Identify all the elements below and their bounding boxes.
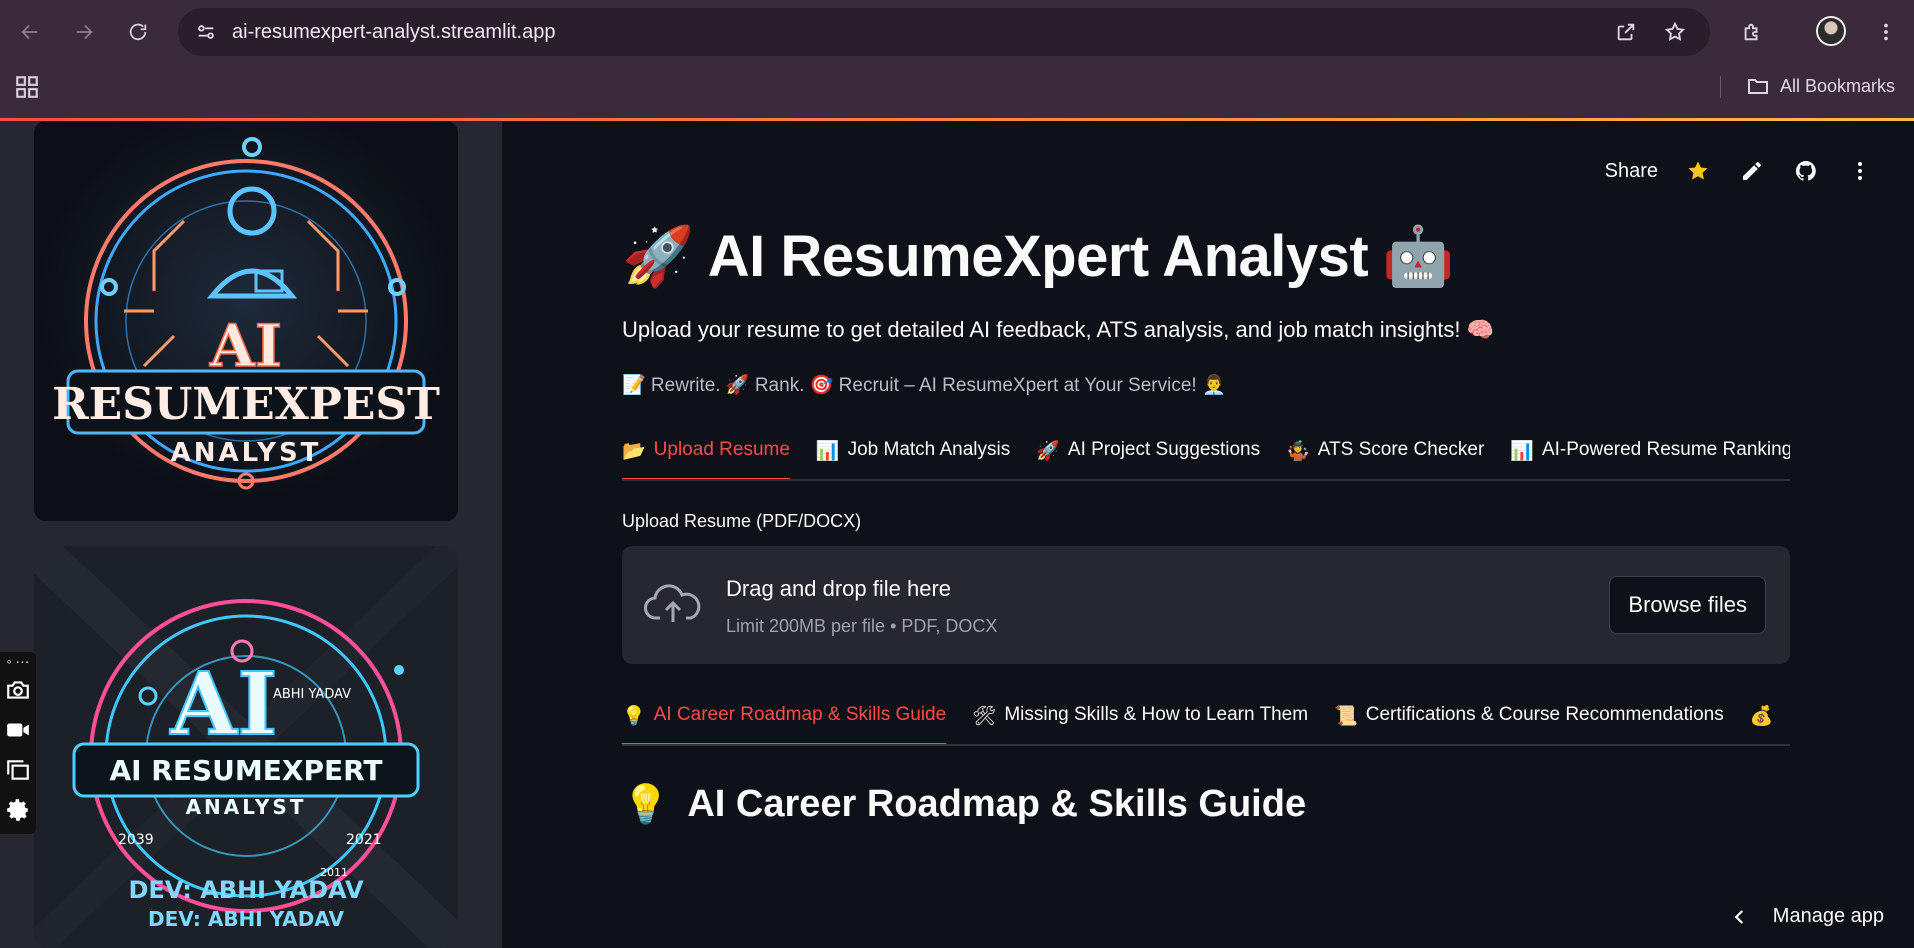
main-content: Share 🚀 AI ResumeXpert Analyst 🤖 Upload …: [502, 121, 1914, 948]
manage-app-button[interactable]: Manage app: [1731, 905, 1884, 928]
logo2-year-right: 2021: [346, 832, 382, 848]
robot-icon: 🤖: [1382, 221, 1454, 290]
github-icon[interactable]: [1792, 157, 1820, 185]
browser-chrome: ai-resumexpert-analyst.streamlit.app All…: [0, 0, 1914, 120]
app-toolbar: Share: [1605, 157, 1874, 185]
tab-missing-skills[interactable]: 🛠 Missing Skills & How to Learn Them: [972, 690, 1308, 744]
capture-toolbar-handle[interactable]: ◦ ···: [0, 654, 36, 670]
page-body: 🚀 AI ResumeXpert Analyst 🤖 Upload your r…: [622, 211, 1790, 827]
tab-certifications[interactable]: 📜 Certifications & Course Recommendation…: [1334, 690, 1724, 744]
file-dropzone[interactable]: Drag and drop file here Limit 200MB per …: [622, 546, 1790, 664]
tab-upload-resume[interactable]: 📂 Upload Resume: [622, 425, 790, 479]
tab-ai-project-suggestions[interactable]: 🚀 AI Project Suggestions: [1036, 425, 1260, 479]
page-tagline: 📝 Rewrite. 🚀 Rank. 🎯 Recruit – AI Resume…: [622, 375, 1226, 396]
forward-icon[interactable]: [66, 14, 102, 50]
tab-label: AI Project Suggestions: [1067, 439, 1261, 460]
gear-icon[interactable]: [0, 790, 36, 830]
logo-image-2: AI ABHI YADAV AI RESUMEXPERT ANALYST 203…: [34, 546, 458, 948]
logo-image-1: AI RESUMEXPEST ANALYST: [34, 121, 458, 521]
browser-menu-icon[interactable]: [1868, 14, 1904, 50]
logo2-text-small: ABHI YADAV: [273, 687, 351, 702]
video-icon[interactable]: [0, 710, 36, 750]
site-settings-icon[interactable]: [186, 12, 226, 52]
tab-label: Job Match Analysis: [847, 439, 1011, 460]
logo2-dev-line-1: DEV: ABHI YADAV: [128, 876, 364, 904]
camera-icon[interactable]: [0, 670, 36, 710]
upload-label: Upload Resume (PDF/DOCX): [622, 511, 862, 531]
folder-icon: 📂: [622, 440, 646, 462]
page-subtitle: Upload your resume to get detailed AI fe…: [622, 317, 1495, 342]
address-bar[interactable]: ai-resumexpert-analyst.streamlit.app: [178, 8, 1710, 56]
chart-icon: 📊: [815, 440, 840, 462]
career-tabs: 💡 AI Career Roadmap & Skills Guide 🛠 Mis…: [622, 690, 1790, 746]
bookmarks-bar: All Bookmarks: [0, 64, 1914, 108]
tab-label: AI-Powered Resume Ranking: [1541, 439, 1790, 460]
juggler-icon: 🤹: [1286, 440, 1310, 462]
logo-text-analyst: ANALYST: [171, 438, 322, 468]
logo2-dev-line-2: DEV: ABHI YADAV: [148, 907, 344, 931]
chart-icon: 📊: [1510, 440, 1534, 462]
windows-icon[interactable]: [0, 750, 36, 790]
rocket-icon: 🚀: [1036, 440, 1060, 462]
tab-label: Upload Resume: [653, 439, 790, 460]
manage-app-label: Manage app: [1772, 905, 1884, 927]
dropzone-limit: Limit 200MB per file • PDF, DOCX: [726, 616, 998, 636]
sidebar: AI RESUMEXPEST ANALYST AI ABHI YADAV AI …: [0, 121, 502, 948]
tab-job-match-analysis[interactable]: 📊 Job Match Analysis: [816, 425, 1010, 479]
rocket-icon: 🚀: [622, 221, 694, 290]
section-heading-text: AI Career Roadmap & Skills Guide: [687, 783, 1307, 825]
back-icon[interactable]: [12, 14, 48, 50]
edit-pencil-icon[interactable]: [1738, 157, 1766, 185]
bookmark-star-icon[interactable]: [1657, 14, 1693, 50]
app-menu-icon[interactable]: [1846, 157, 1874, 185]
logo2-text-ai: AI: [170, 654, 278, 755]
bookmarks-separator: [1720, 76, 1721, 98]
tools-icon: 🛠: [972, 705, 997, 727]
page-title-text: AI ResumeXpert Analyst: [707, 223, 1369, 289]
logo2-text-title: AI RESUMEXPERT: [109, 754, 382, 787]
tab-money[interactable]: 💰: [1750, 690, 1774, 744]
lightbulb-icon: 💡: [622, 705, 646, 727]
tab-career-roadmap[interactable]: 💡 AI Career Roadmap & Skills Guide: [622, 690, 947, 744]
lightbulb-icon: 💡: [622, 782, 670, 826]
tab-label: ATS Score Checker: [1317, 439, 1485, 460]
tab-label: Certifications & Course Recommendations: [1365, 704, 1724, 725]
apps-grid-icon[interactable]: [14, 74, 40, 100]
tab-label: Missing Skills & How to Learn Them: [1004, 704, 1309, 725]
favorite-star-icon[interactable]: [1684, 157, 1712, 185]
extensions-icon[interactable]: [1734, 14, 1770, 50]
folder-icon: [1748, 79, 1768, 94]
tab-label: AI Career Roadmap & Skills Guide: [653, 704, 947, 725]
capture-toolbar: ◦ ···: [0, 652, 36, 834]
logo-text-resumexpest: RESUMEXPEST: [52, 379, 440, 430]
all-bookmarks-button[interactable]: All Bookmarks: [1746, 72, 1895, 100]
money-bag-icon: 💰: [1749, 705, 1774, 727]
profile-avatar[interactable]: [1816, 16, 1846, 46]
browse-files-button[interactable]: Browse files: [1609, 576, 1766, 634]
logo2-year-left: 2039: [118, 832, 154, 848]
url-text[interactable]: ai-resumexpert-analyst.streamlit.app: [232, 21, 555, 44]
tab-ai-powered-resume-ranking[interactable]: 📊 AI-Powered Resume Ranking: [1510, 425, 1790, 479]
tab-ats-score-checker[interactable]: 🤹 ATS Score Checker: [1286, 425, 1484, 479]
reload-icon[interactable]: [120, 14, 156, 50]
open-in-app-icon[interactable]: [1608, 14, 1644, 50]
logo2-text-analyst: ANALYST: [186, 795, 307, 819]
scroll-icon: 📜: [1334, 705, 1358, 727]
dropzone-title: Drag and drop file here: [726, 576, 952, 601]
all-bookmarks-label: All Bookmarks: [1780, 75, 1896, 96]
cloud-upload-icon: [644, 584, 701, 622]
section-heading: 💡 AI Career Roadmap & Skills Guide: [622, 782, 1790, 827]
page-title: 🚀 AI ResumeXpert Analyst 🤖: [622, 211, 1790, 301]
chevron-left-icon: [1734, 909, 1743, 924]
main-tabs: 📂 Upload Resume 📊 Job Match Analysis 🚀 A…: [622, 425, 1790, 481]
share-button[interactable]: Share: [1605, 160, 1658, 183]
